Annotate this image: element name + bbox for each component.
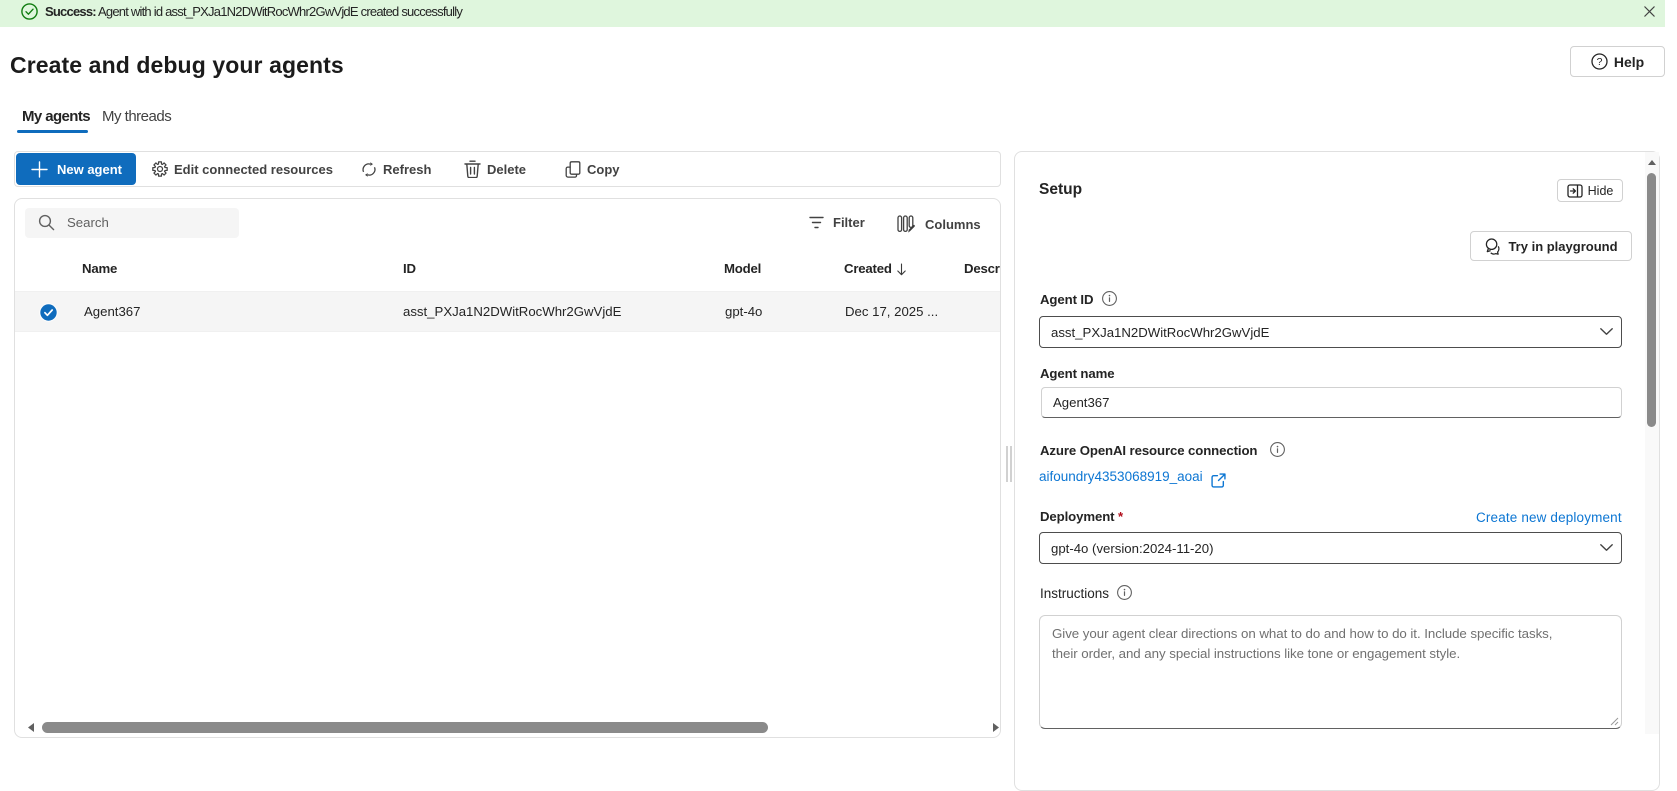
svg-text:?: ? (1596, 56, 1602, 68)
